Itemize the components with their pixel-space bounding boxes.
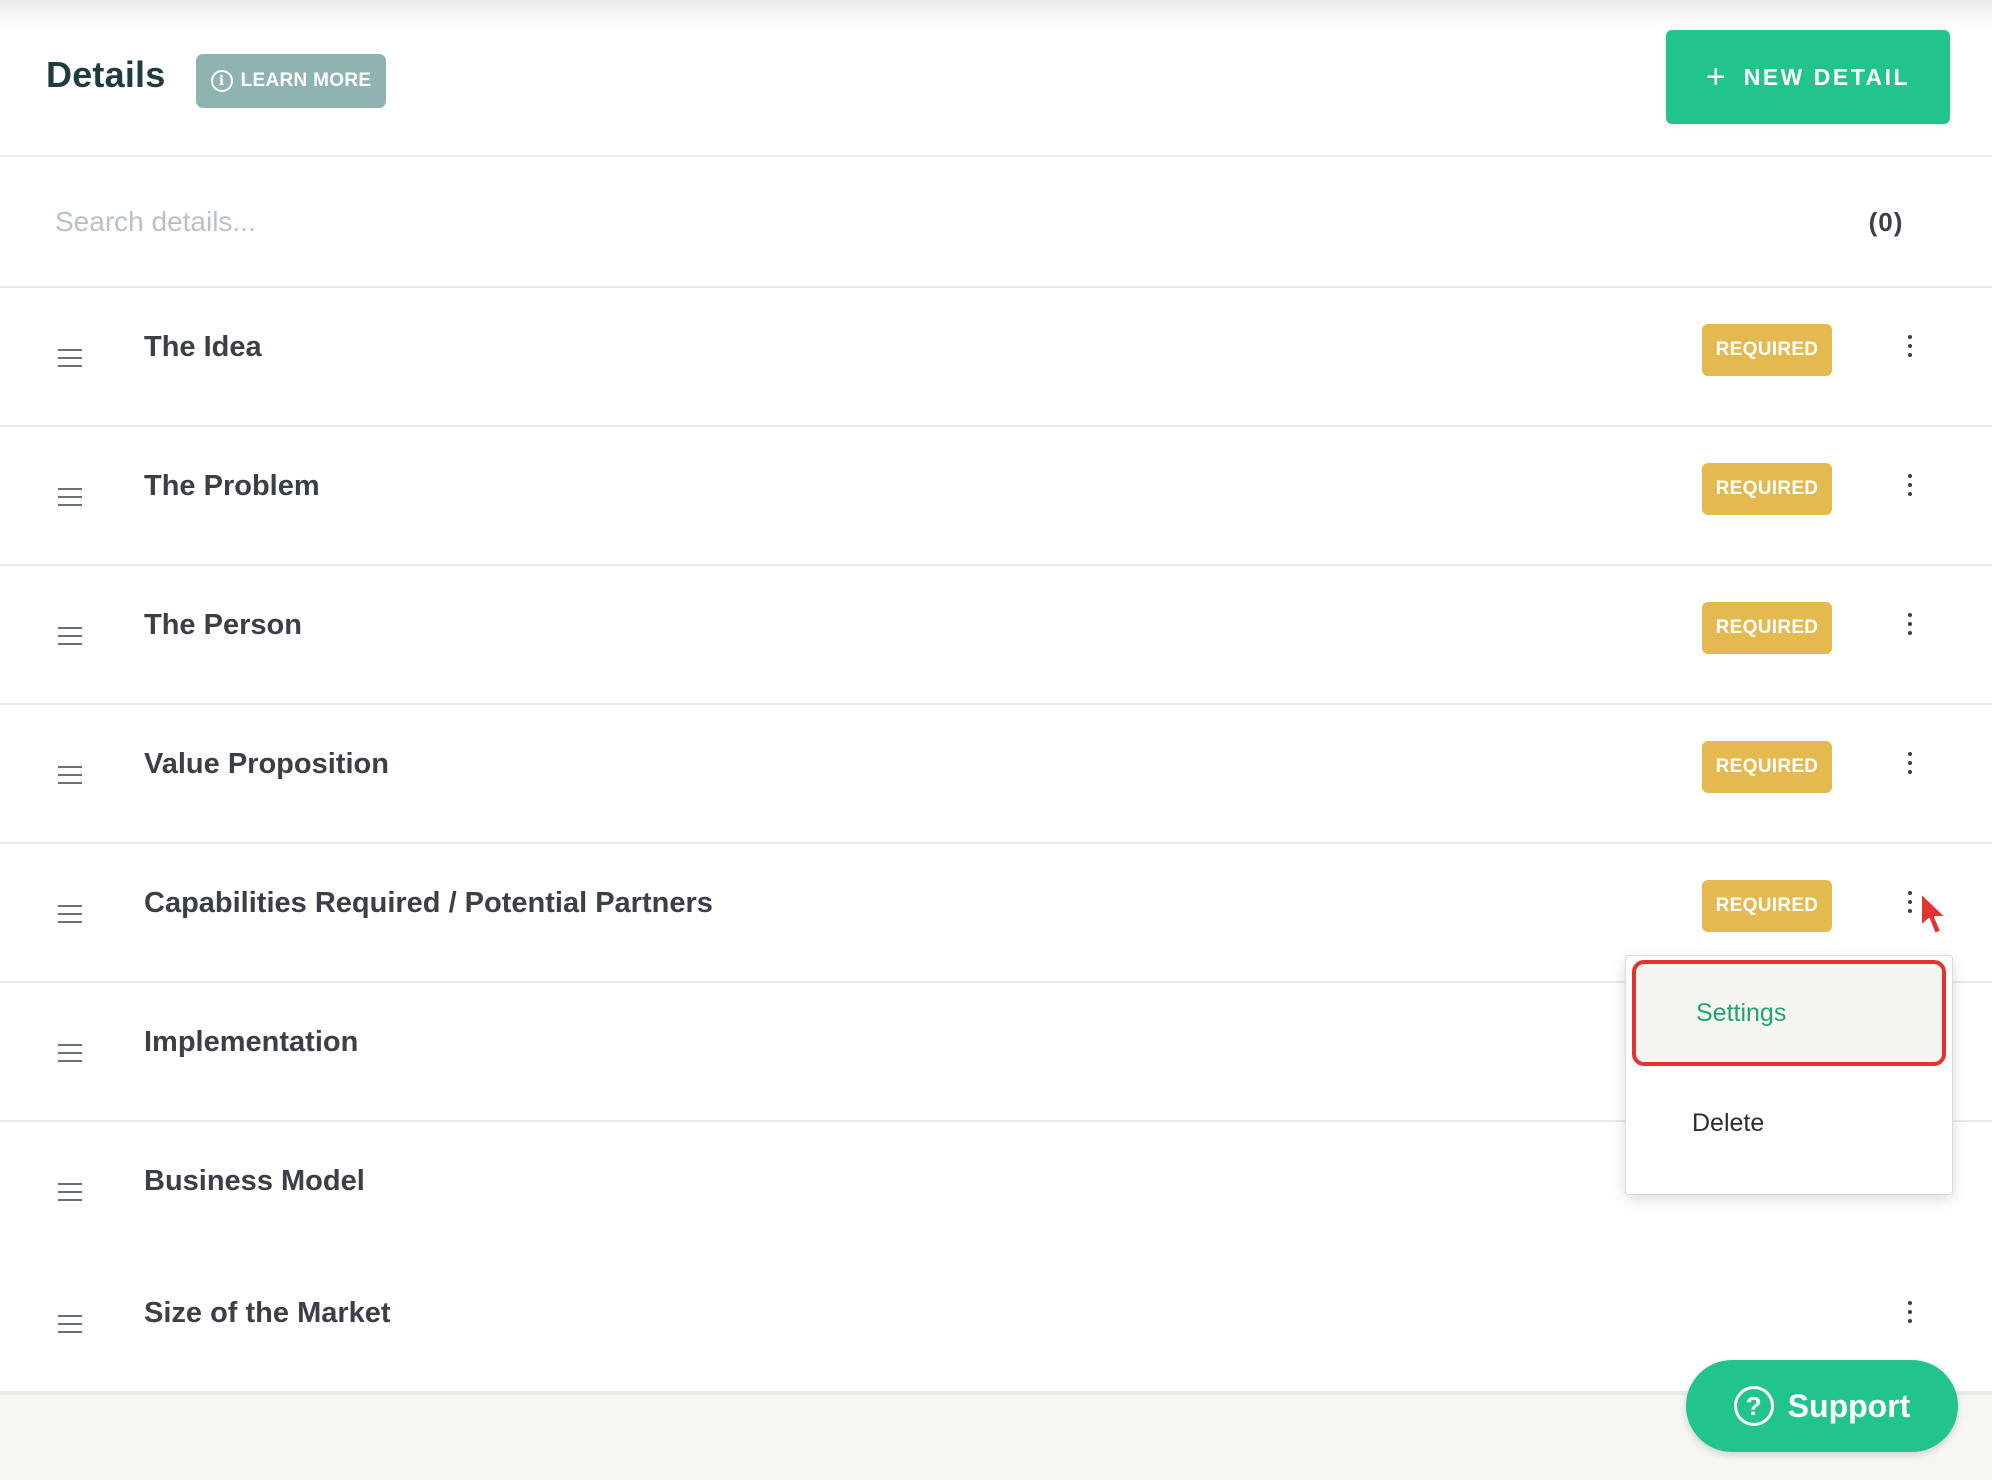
drag-handle-icon[interactable] [58, 1044, 82, 1062]
drag-handle-icon[interactable] [58, 1183, 82, 1201]
details-page: Details i LEARN MORE + NEW DETAIL (0) Th… [0, 0, 1992, 1480]
menu-item-settings[interactable]: Settings [1632, 960, 1946, 1066]
page-header: Details i LEARN MORE + NEW DETAIL [0, 0, 1992, 157]
required-badge: REQUIRED [1702, 602, 1832, 654]
menu-item-delete[interactable]: Delete [1626, 1068, 1952, 1178]
more-vertical-icon[interactable] [1898, 1295, 1922, 1329]
drag-handle-icon[interactable] [58, 1315, 82, 1333]
drag-handle-icon[interactable] [58, 349, 82, 367]
learn-more-button[interactable]: i LEARN MORE [196, 54, 386, 108]
learn-more-label: LEARN MORE [240, 70, 372, 91]
detail-title: The Person [144, 609, 302, 641]
drag-handle-icon[interactable] [58, 905, 82, 923]
detail-row[interactable]: The Person REQUIRED [0, 566, 1992, 705]
detail-row[interactable]: The Problem REQUIRED [0, 427, 1992, 566]
drag-handle-icon[interactable] [58, 627, 82, 645]
more-vertical-icon[interactable] [1898, 746, 1922, 780]
more-vertical-icon[interactable] [1898, 329, 1922, 363]
required-badge: REQUIRED [1702, 463, 1832, 515]
info-icon: i [210, 70, 233, 92]
more-vertical-icon[interactable] [1898, 607, 1922, 641]
detail-row[interactable]: Value Proposition REQUIRED [0, 705, 1992, 844]
required-badge: REQUIRED [1702, 324, 1832, 376]
result-count: (0) [1868, 207, 1904, 237]
search-input[interactable] [55, 197, 1755, 247]
mouse-cursor-icon [1920, 892, 1947, 935]
more-vertical-icon[interactable] [1898, 468, 1922, 502]
row-context-menu: Settings Delete [1625, 955, 1953, 1195]
detail-row[interactable]: Size of the Market [0, 1254, 1992, 1393]
plus-icon: + [1705, 58, 1726, 96]
detail-title: Business Model [144, 1165, 365, 1197]
detail-title: Capabilities Required / Potential Partne… [144, 887, 713, 919]
drag-handle-icon[interactable] [58, 766, 82, 784]
detail-title: The Problem [144, 470, 320, 502]
detail-row[interactable]: The Idea REQUIRED [0, 288, 1992, 427]
drag-handle-icon[interactable] [58, 488, 82, 506]
detail-title: Value Proposition [144, 748, 389, 780]
help-circle-icon: ? [1733, 1386, 1774, 1426]
new-detail-label: NEW DETAIL [1743, 63, 1911, 90]
page-title: Details [46, 54, 166, 95]
support-label: Support [1787, 1387, 1911, 1424]
detail-title: Implementation [144, 1026, 359, 1058]
required-badge: REQUIRED [1702, 880, 1832, 932]
new-detail-button[interactable]: + NEW DETAIL [1666, 30, 1950, 124]
search-row: (0) [0, 157, 1992, 288]
detail-title: The Idea [144, 331, 262, 363]
support-button[interactable]: ? Support [1686, 1360, 1958, 1452]
detail-title: Size of the Market [144, 1297, 391, 1329]
required-badge: REQUIRED [1702, 741, 1832, 793]
